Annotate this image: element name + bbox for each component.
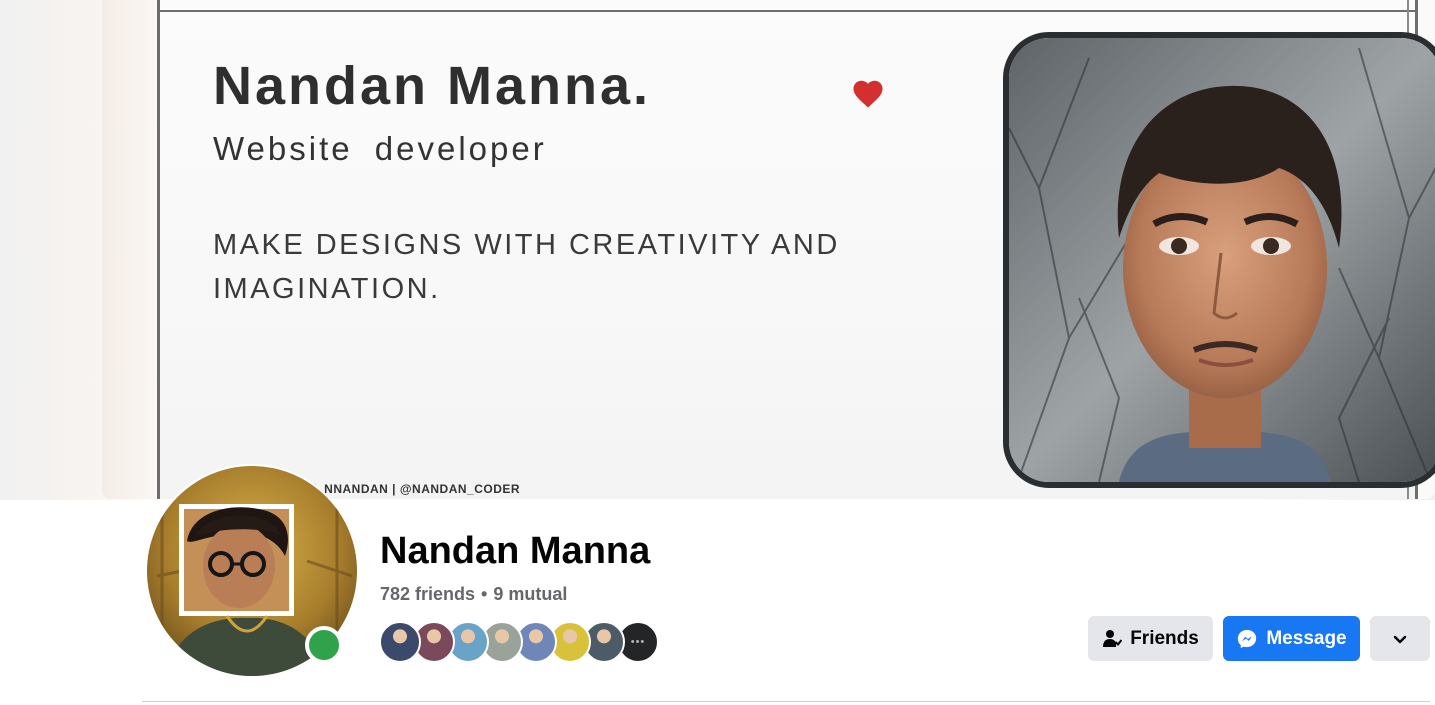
mutual-friends-link[interactable]: 9 mutual xyxy=(493,584,567,604)
message-button[interactable]: Message xyxy=(1223,616,1360,661)
messenger-icon xyxy=(1238,629,1257,648)
cover-tagline: MAKE DESIGNS WITH CREATIVITY AND IMAGINA… xyxy=(213,229,840,305)
cover-title: Nandan Manna. xyxy=(213,56,652,116)
friends-button[interactable]: Friends xyxy=(1088,616,1213,661)
friends-count-link[interactable]: 782 friends xyxy=(380,584,475,604)
portrait-illustration xyxy=(1009,38,1435,482)
separator-dot: • xyxy=(481,584,488,604)
mutual-friend-1[interactable] xyxy=(379,621,421,663)
friends-summary: 782 friends • 9 mutual xyxy=(380,584,567,605)
cover-portrait-image xyxy=(1003,32,1435,488)
cover-card-border xyxy=(160,10,1415,12)
cover-social-handles: TH_NNANDAN | @NANDAN_CODER xyxy=(300,482,521,496)
profile-more-dropdown-button[interactable] xyxy=(1370,616,1430,661)
online-status-indicator xyxy=(305,626,343,664)
cover-card: Nandan Manna. Website developer MAKE DES… xyxy=(157,0,1435,499)
cover-subtitle: Website developer xyxy=(213,130,547,167)
friends-button-label: Friends xyxy=(1130,627,1199,649)
profile-name[interactable]: Nandan Manna xyxy=(380,530,650,573)
message-button-label: Message xyxy=(1266,627,1347,649)
chevron-down-icon xyxy=(1393,635,1407,643)
cover-photo[interactable]: Nandan Manna. Website developer MAKE DES… xyxy=(102,0,1435,499)
profile-header-divider xyxy=(142,701,1430,702)
friend-check-icon xyxy=(1103,629,1123,647)
heart-icon xyxy=(853,80,883,108)
